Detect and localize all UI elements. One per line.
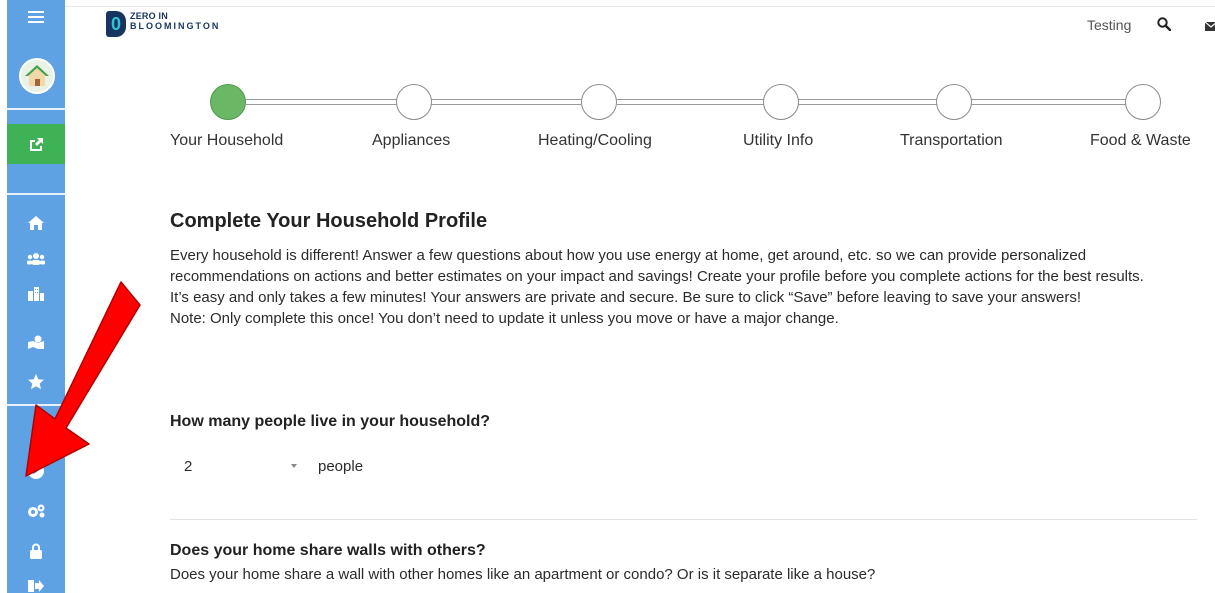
step-connector xyxy=(246,99,397,105)
map-icon xyxy=(28,335,44,349)
sidebar-item-users[interactable] xyxy=(7,244,65,274)
search-icon xyxy=(1157,17,1172,32)
step-dot-food-waste[interactable] xyxy=(1125,84,1161,120)
step-label-heating-cooling[interactable]: Heating/Cooling xyxy=(538,132,652,150)
step-dot-heating-cooling[interactable] xyxy=(581,84,617,120)
top-bar-border xyxy=(65,6,1215,7)
sidebar-item-map[interactable] xyxy=(7,327,65,357)
logo-text-bottom: BLOOMINGTON xyxy=(130,21,221,31)
step-label-utility-info[interactable]: Utility Info xyxy=(743,132,813,150)
sidebar-divider xyxy=(7,108,65,110)
sidebar-item-security[interactable] xyxy=(7,536,65,566)
sidebar-item-logout[interactable] xyxy=(7,576,65,593)
share-button[interactable] xyxy=(7,124,65,164)
sidebar-item-favorites[interactable] xyxy=(7,367,65,397)
step-dot-appliances[interactable] xyxy=(396,84,432,120)
household-size-value: 2 xyxy=(184,458,193,475)
star-icon xyxy=(28,374,44,390)
step-dot-utility-info[interactable] xyxy=(763,84,799,120)
chevron-down-icon xyxy=(291,464,297,468)
sidebar-item-info[interactable] xyxy=(7,420,65,450)
question-household-size: How many people live in your household? xyxy=(170,413,491,430)
step-label-food-waste[interactable]: Food & Waste xyxy=(1090,132,1191,150)
step-connector xyxy=(617,99,764,105)
buildings-icon xyxy=(28,287,44,301)
sidebar-divider xyxy=(7,193,65,195)
cogs-icon xyxy=(28,504,45,518)
step-label-transportation[interactable]: Transportation xyxy=(900,132,1003,150)
envelope-icon xyxy=(1205,21,1215,31)
household-size-select[interactable]: 2 xyxy=(172,452,302,480)
users-icon xyxy=(27,253,45,265)
mail-button[interactable] xyxy=(1205,19,1215,31)
step-dot-transportation[interactable] xyxy=(936,84,972,120)
step-connector xyxy=(431,99,581,105)
sidebar-item-explore[interactable] xyxy=(7,456,65,486)
question-shared-walls: Does your home share walls with others? xyxy=(170,542,486,559)
info-icon xyxy=(34,428,38,442)
step-connector xyxy=(798,99,937,105)
logo[interactable]: 0 ZERO IN BLOOMINGTON xyxy=(106,11,220,37)
step-label-appliances[interactable]: Appliances xyxy=(372,132,450,150)
lock-icon xyxy=(30,543,42,559)
page-title: Complete Your Household Profile xyxy=(170,210,488,232)
step-connector xyxy=(971,99,1126,105)
hamburger-menu-icon xyxy=(28,11,44,23)
sidebar-item-settings[interactable] xyxy=(7,496,65,526)
share-icon xyxy=(30,138,43,151)
step-dot-your-household[interactable] xyxy=(210,84,246,120)
step-label-your-household[interactable]: Your Household xyxy=(170,132,283,150)
sidebar xyxy=(7,0,65,593)
compass-icon xyxy=(28,463,44,479)
house-avatar-icon xyxy=(25,65,49,86)
search-button[interactable] xyxy=(1157,17,1173,33)
logo-text: ZERO IN BLOOMINGTON xyxy=(130,11,220,31)
logo-mark: 0 xyxy=(106,11,126,37)
home-icon xyxy=(28,216,44,230)
note-paragraph: Note: Only complete this once! You don’t… xyxy=(170,310,839,327)
household-size-unit: people xyxy=(318,458,364,475)
user-menu-label[interactable]: Testing xyxy=(1087,17,1131,33)
sidebar-divider xyxy=(7,404,65,406)
hamburger-menu-button[interactable] xyxy=(7,6,65,28)
section-divider xyxy=(170,519,1197,520)
intro-paragraph: Every household is different! Answer a f… xyxy=(170,247,1144,285)
logo-text-top: ZERO IN xyxy=(130,11,168,21)
privacy-paragraph: It’s easy and only takes a few minutes! … xyxy=(170,289,1082,306)
question-shared-walls-description: Does your home share a wall with other h… xyxy=(170,566,876,583)
avatar[interactable] xyxy=(19,58,55,94)
profile-intro: Complete Your Household Profile Every ho… xyxy=(170,210,1200,329)
sidebar-item-buildings[interactable] xyxy=(7,279,65,309)
sidebar-item-home[interactable] xyxy=(7,208,65,238)
logout-icon xyxy=(28,580,44,592)
